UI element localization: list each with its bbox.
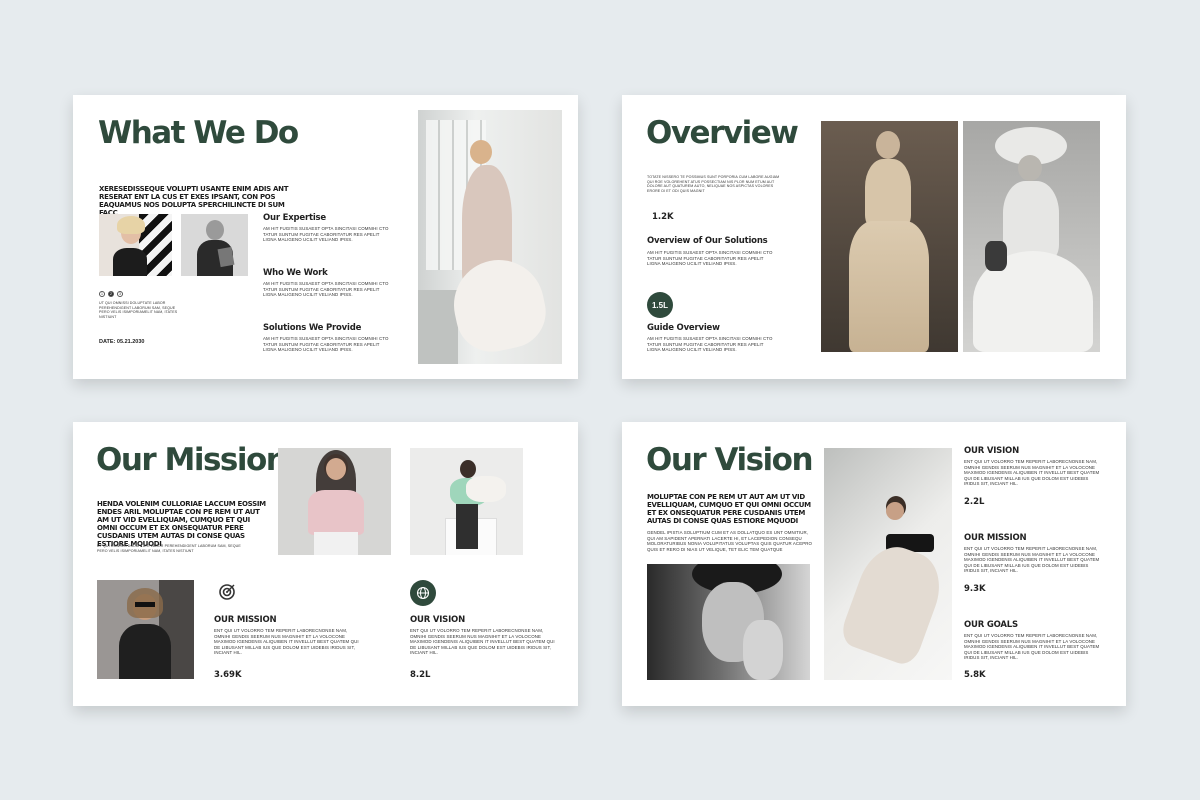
lead-text: HENDA VOLENIM CULLORIAE LACCUM EOSSIM EN… bbox=[97, 500, 266, 548]
photo-smiling-woman-pink bbox=[278, 448, 391, 555]
item-text: ENT QUI UT VOLORRO TEM REPERIT LABORECNO… bbox=[964, 633, 1100, 661]
page-dot[interactable]: 1 bbox=[99, 291, 105, 297]
date-label: DATE: 05.21.2030 bbox=[99, 339, 145, 345]
item-heading: Solutions We Provide bbox=[263, 323, 362, 333]
slide-title: Our Vision bbox=[646, 442, 814, 478]
item-text: ENT QUI UT VOLORRO TEM REPERIT LABORECNO… bbox=[214, 628, 359, 656]
item-heading: OUR GOALS bbox=[964, 620, 1018, 630]
pagination: 1 2 3 bbox=[99, 291, 123, 297]
photo-blonde-woman bbox=[99, 214, 172, 276]
photo-woman-seated-white bbox=[824, 448, 952, 680]
stat-value: 9.3K bbox=[964, 584, 986, 594]
slide-what-we-do: What We Do XERESEDISSEQUE VOLUPTI USANTE… bbox=[73, 95, 578, 379]
photo-woman-dress bbox=[418, 110, 562, 364]
section-text: AM HIT FUGITIS SUSAEST OPTA SINCITASI CO… bbox=[647, 250, 773, 267]
item-text: AM HIT FUGITIS SUSAEST OPTA SINCITASI CO… bbox=[263, 281, 389, 298]
body-text: GENDEL IPISTIA SOLUPTIUM CUM ET AS DOLLA… bbox=[647, 530, 813, 552]
slide-overview: Overview TOTATE NISSERO TE POSSIMUS SUNT… bbox=[622, 95, 1126, 379]
photo-seated-woman-green bbox=[410, 448, 523, 555]
side-text: UT QUI OMNISSI DOLUPTATE LABOR PEREHENDI… bbox=[99, 301, 178, 319]
item-text: ENT QUI UT VOLORRO TEM REPERIT LABORECNO… bbox=[410, 628, 555, 656]
slide-our-vision: Our Vision MOLUPTAE CON PE REM UT AUT AM… bbox=[622, 422, 1126, 706]
photo-vintage-woman-2 bbox=[963, 121, 1100, 352]
stat-value: 3.69K bbox=[214, 670, 242, 680]
page-dot[interactable]: 3 bbox=[117, 291, 123, 297]
photo-woman-portrait-bw bbox=[647, 564, 810, 680]
globe-icon bbox=[410, 580, 436, 606]
item-text: ENT QUI UT VOLORRO TEM REPERIT LABORECNO… bbox=[964, 459, 1100, 487]
item-heading: OUR MISSION bbox=[964, 533, 1027, 543]
item-text: AM HIT FUGITIS SUSAEST OPTA SINCITASI CO… bbox=[263, 336, 389, 353]
photo-woman-tablet bbox=[181, 214, 248, 276]
page-dot[interactable]: 2 bbox=[108, 291, 114, 297]
slide-title: Overview bbox=[646, 115, 799, 151]
slide-our-mission: Our Mission HENDA VOLENIM CULLORIAE LACC… bbox=[73, 422, 578, 706]
slide-title: What We Do bbox=[98, 115, 299, 151]
item-heading: Our Expertise bbox=[263, 213, 326, 223]
slide-title: Our Mission bbox=[96, 442, 288, 478]
lead-text: MOLUPTAE CON PE REM UT AUT AM UT VID EVE… bbox=[647, 493, 811, 525]
photo-woman-sunglasses bbox=[97, 580, 194, 679]
stat-value: 1.2K bbox=[652, 212, 674, 222]
section-heading: Guide Overview bbox=[647, 323, 720, 333]
small-text: UT QUI OMNISSI DOLUPTATE LABOR PEREHENDI… bbox=[97, 544, 241, 553]
item-heading: Who We Work bbox=[263, 268, 328, 278]
stat-value: 5.8K bbox=[964, 670, 986, 680]
item-heading: OUR VISION bbox=[410, 615, 465, 625]
section-text: AM HIT FUGITIS SUSAEST OPTA SINCITASI CO… bbox=[647, 336, 773, 353]
intro-text: TOTATE NISSERO TE POSSIMUS SUNT PORPORIA… bbox=[647, 175, 780, 193]
item-heading: OUR VISION bbox=[964, 446, 1019, 456]
target-icon bbox=[217, 582, 237, 602]
stat-value: 2.2L bbox=[964, 497, 985, 507]
stat-badge: 1.5L bbox=[647, 292, 673, 318]
section-heading: Overview of Our Solutions bbox=[647, 236, 768, 246]
item-text: AM HIT FUGITIS SUSAEST OPTA SINCITASI CO… bbox=[263, 226, 389, 243]
item-text: ENT QUI UT VOLORRO TEM REPERIT LABORECNO… bbox=[964, 546, 1100, 574]
item-heading: OUR MISSION bbox=[214, 615, 277, 625]
photo-vintage-woman-1 bbox=[821, 121, 958, 352]
stat-value: 8.2L bbox=[410, 670, 431, 680]
